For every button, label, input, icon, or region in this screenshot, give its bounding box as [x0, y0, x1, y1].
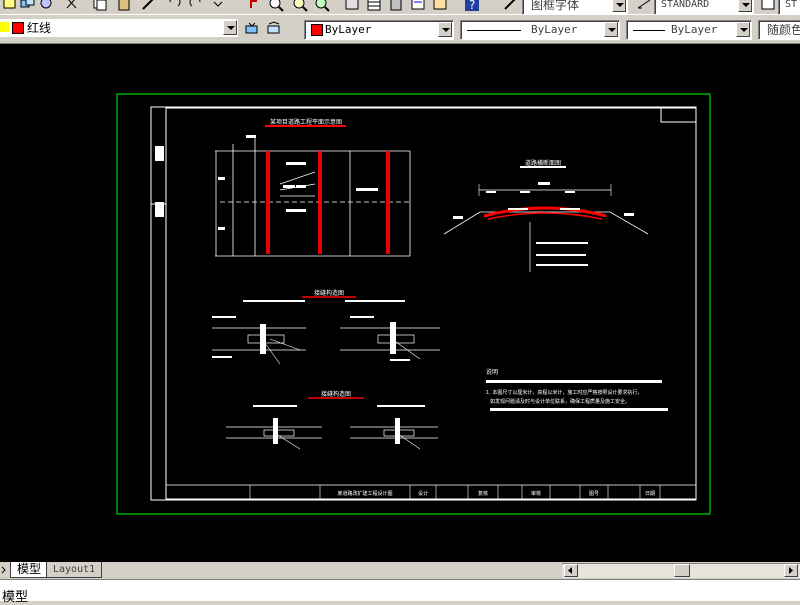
plotstyle-combo[interactable]: 随颜色: [758, 20, 800, 40]
chevron-down-icon[interactable]: [604, 22, 618, 37]
text-style-value: 图框字体: [531, 0, 580, 12]
joint-detail-2: 接缝构造图: [226, 390, 438, 450]
linetype-preview: [467, 30, 521, 31]
drawing-canvas[interactable]: 某项目道路工程平面示意图 道路横断面图 接缝构造图 接缝构造图 说明 1. 本图…: [0, 44, 800, 562]
chevron-down-icon[interactable]: [210, 0, 226, 12]
zoom-window-icon[interactable]: [292, 0, 308, 12]
calculator-icon[interactable]: [388, 0, 404, 12]
detail-title-1: 接缝构造图: [314, 289, 344, 297]
horizontal-scrollbar[interactable]: [562, 563, 800, 578]
paper-border: [116, 93, 711, 515]
side-label-block-1: [155, 146, 164, 161]
color-value: ByLayer: [325, 23, 372, 36]
tab-scroll-arrows[interactable]: [0, 563, 10, 579]
linetype-combo[interactable]: ByLayer: [460, 20, 620, 40]
command-line[interactable]: 模型: [0, 579, 800, 605]
scroll-left-button[interactable]: [564, 564, 578, 577]
corner-tag: [660, 107, 697, 123]
sheet-set-icon[interactable]: [432, 0, 448, 12]
chevron-down-icon[interactable]: [736, 22, 750, 37]
layers-icon[interactable]: [20, 0, 36, 12]
tb-review: 复核: [478, 490, 488, 497]
dim-style-value: STANDARD: [661, 0, 710, 10]
cut-icon[interactable]: [64, 0, 80, 12]
tb-design: 设计: [418, 490, 428, 497]
redo-icon[interactable]: [188, 0, 204, 12]
chevron-down-icon[interactable]: [438, 22, 452, 37]
properties-icon[interactable]: [38, 0, 54, 12]
lineweight-preview: [633, 30, 665, 31]
layer-previous-icon[interactable]: [266, 21, 282, 37]
layer-color-swatch: [12, 22, 24, 34]
table-style-combo[interactable]: ST: [778, 0, 800, 15]
zoom-realtime-icon[interactable]: [268, 0, 284, 12]
color-swatch: [311, 24, 323, 36]
make-current-layer-icon[interactable]: [244, 21, 260, 37]
text-style-icon[interactable]: [502, 0, 518, 12]
cross-section: 道路横断面图: [443, 159, 649, 272]
notes-line-1: 1. 本图尺寸以厘米计，高程以米计，施工时应严格按照设计要求执行，: [486, 389, 642, 396]
layer-combo[interactable]: 红线: [0, 19, 238, 37]
lineweight-value: ByLayer: [671, 23, 718, 36]
table-style-icon[interactable]: [760, 0, 776, 12]
side-label-block-2: [155, 202, 164, 217]
properties-toolbar: 红线 ByLayer ByLayer ByLayer 随颜色: [0, 15, 800, 44]
table-style-value: ST: [785, 0, 798, 10]
markup-icon[interactable]: [410, 0, 426, 12]
chevron-down-icon[interactable]: [223, 20, 237, 35]
match-properties-icon[interactable]: [140, 0, 156, 12]
help-icon[interactable]: ?: [464, 0, 480, 12]
color-combo[interactable]: ByLayer: [304, 20, 454, 40]
layer-name: 红线: [27, 21, 52, 35]
layer-icon[interactable]: [2, 0, 18, 12]
tb-date: 日期: [645, 491, 655, 497]
tb-drawing-name: 某道路改扩建工程设计图: [337, 490, 392, 497]
title-block: 某道路改扩建工程设计图 设计 复核 审核 图号 日期: [166, 484, 696, 499]
linetype-value: ByLayer: [531, 23, 578, 36]
undo-icon[interactable]: [166, 0, 182, 12]
scroll-thumb[interactable]: [674, 564, 690, 577]
pan-icon[interactable]: [246, 0, 262, 12]
drawing-svg: 某项目道路工程平面示意图 道路横断面图 接缝构造图 接缝构造图 说明 1. 本图…: [116, 93, 711, 515]
chevron-down-icon[interactable]: [738, 0, 752, 12]
command-text: 模型: [2, 590, 29, 605]
section-title: 道路横断面图: [525, 159, 561, 167]
joint-detail-1: 接缝构造图: [212, 289, 440, 365]
standard-toolbar: ? 图框字体 STANDARD ST: [0, 0, 800, 15]
paste-icon[interactable]: [116, 0, 132, 12]
layer-light-icon: [0, 22, 9, 32]
lineweight-combo[interactable]: ByLayer: [626, 20, 752, 40]
tab-model[interactable]: 模型: [10, 562, 49, 578]
scroll-right-button[interactable]: [784, 564, 798, 577]
copy-icon[interactable]: [92, 0, 108, 12]
plan-title: 某项目道路工程平面示意图: [270, 118, 342, 126]
svg-text:?: ?: [469, 0, 475, 12]
detail-title-2: 接缝构造图: [321, 390, 351, 398]
notes-title: 说明: [486, 368, 498, 376]
tab-layout1[interactable]: Layout1: [46, 562, 103, 578]
chevron-down-icon[interactable]: [612, 0, 626, 12]
tb-approve: 审核: [531, 490, 541, 497]
plan-view: 某项目道路工程平面示意图: [215, 118, 411, 257]
text-style-combo[interactable]: 图框字体: [522, 0, 628, 15]
design-center-icon[interactable]: [344, 0, 360, 12]
notes-line-2: 如发现问题请及时与设计单位联系，确保工程质量及施工安全。: [490, 398, 630, 405]
dim-style-icon[interactable]: [636, 0, 652, 12]
layout-tab-bar: 模型 Layout1: [0, 562, 800, 579]
tool-palette-icon[interactable]: [366, 0, 382, 12]
notes: 说明 1. 本图尺寸以厘米计，高程以米计，施工时应严格按照设计要求执行， 如发现…: [486, 368, 668, 411]
zoom-previous-icon[interactable]: [314, 0, 330, 12]
dim-style-combo[interactable]: STANDARD: [654, 0, 754, 15]
tb-drawing-no: 图号: [589, 491, 599, 497]
inner-frame: [165, 107, 697, 500]
plotstyle-value: 随颜色: [767, 23, 800, 37]
